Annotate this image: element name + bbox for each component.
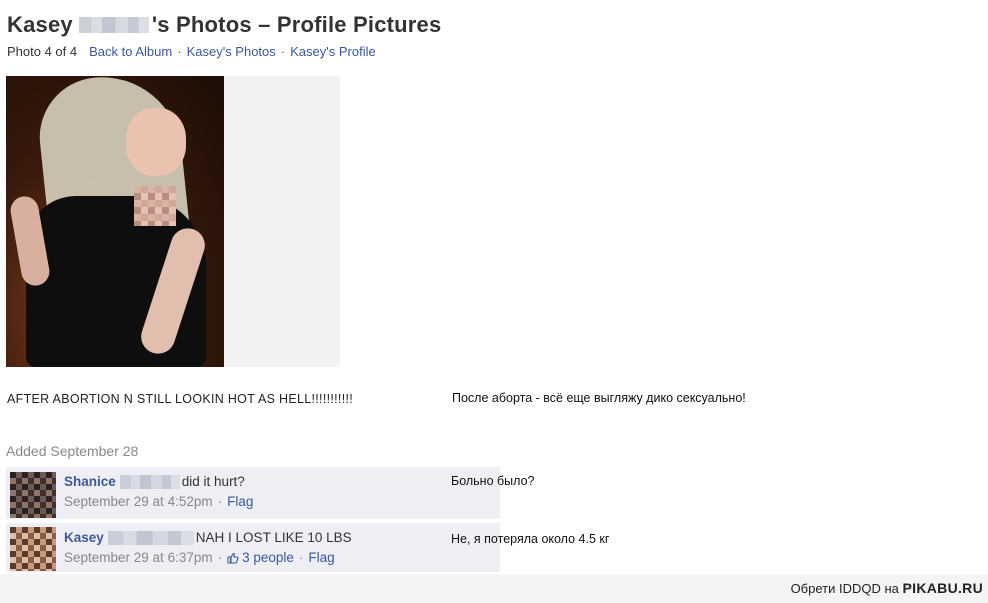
- nav-separator: ·: [177, 43, 182, 59]
- meta-separator: ·: [217, 550, 223, 565]
- meta-separator: ·: [217, 494, 223, 509]
- avatar[interactable]: [10, 527, 56, 571]
- user-profile-link[interactable]: Kasey's Profile: [290, 44, 376, 59]
- title-name: Kasey: [7, 12, 73, 37]
- comment-item: Shanice did it hurt? September 29 at 4:5…: [6, 467, 500, 519]
- blurred-surname: [78, 17, 149, 33]
- flag-link[interactable]: Flag: [227, 494, 253, 509]
- commenter-name[interactable]: Shanice: [64, 474, 116, 489]
- comment-timestamp: September 29 at 6:37pm: [64, 550, 213, 565]
- thumbs-up-icon: [227, 552, 239, 564]
- comment-timestamp: September 29 at 4:52pm: [64, 494, 213, 509]
- watermark-text: Обрети IDDQD на PIKABU.RU: [791, 580, 983, 596]
- comment-text-line: Kasey NAH I LOST LIKE 10 LBS: [64, 530, 352, 545]
- comment-item: Kasey NAH I LOST LIKE 10 LBS September 2…: [6, 523, 500, 572]
- comment-translation: Не, я потеряла около 4.5 кг: [451, 532, 610, 546]
- added-date: Added September 28: [6, 443, 139, 459]
- footer-watermark-bar: Обрети IDDQD на PIKABU.RU: [0, 574, 988, 603]
- caption-translation: После аборта - всё еще выгляжу дико секс…: [452, 391, 746, 405]
- blurred-surname: [119, 474, 180, 489]
- photo-count: Photo 4 of 4: [7, 43, 78, 59]
- watermark-prefix: Обрети IDDQD на: [790, 581, 899, 596]
- avatar[interactable]: [10, 472, 56, 518]
- profile-photo[interactable]: [6, 76, 224, 367]
- back-to-album-link[interactable]: Back to Album: [89, 44, 172, 59]
- flag-link[interactable]: Flag: [308, 550, 334, 565]
- photo-viewer: [6, 76, 340, 367]
- photo-caption: AFTER ABORTION N STILL LOOKIN HOT AS HEL…: [7, 392, 354, 406]
- page-title: Kasey 's Photos – Profile Pictures: [7, 10, 441, 40]
- likes-count: 3 people: [242, 550, 294, 565]
- comment-body: did it hurt?: [181, 474, 245, 489]
- blurred-surname: [107, 530, 194, 545]
- comment-meta: September 29 at 4:52pm · Flag: [64, 494, 253, 509]
- meta-separator: ·: [298, 550, 304, 565]
- title-suffix: 's Photos – Profile Pictures: [151, 12, 442, 37]
- photo-face: [126, 108, 186, 176]
- commenter-name[interactable]: Kasey: [64, 530, 104, 545]
- photo-navigation: Photo 4 of 4 Back to Album · Kasey's Pho…: [7, 42, 376, 60]
- comment-translation: Больно было?: [451, 474, 535, 488]
- likes-link[interactable]: 3 people: [227, 550, 294, 565]
- comment-text-line: Shanice did it hurt?: [64, 474, 245, 489]
- nav-separator: ·: [280, 43, 286, 59]
- comment-body: NAH I LOST LIKE 10 LBS: [195, 530, 352, 545]
- comment-meta: September 29 at 6:37pm · 3 people · Flag: [64, 550, 335, 565]
- user-photos-link[interactable]: Kasey's Photos: [187, 44, 276, 59]
- pixelated-face: [134, 186, 176, 226]
- watermark-brand: PIKABU.RU: [902, 580, 983, 596]
